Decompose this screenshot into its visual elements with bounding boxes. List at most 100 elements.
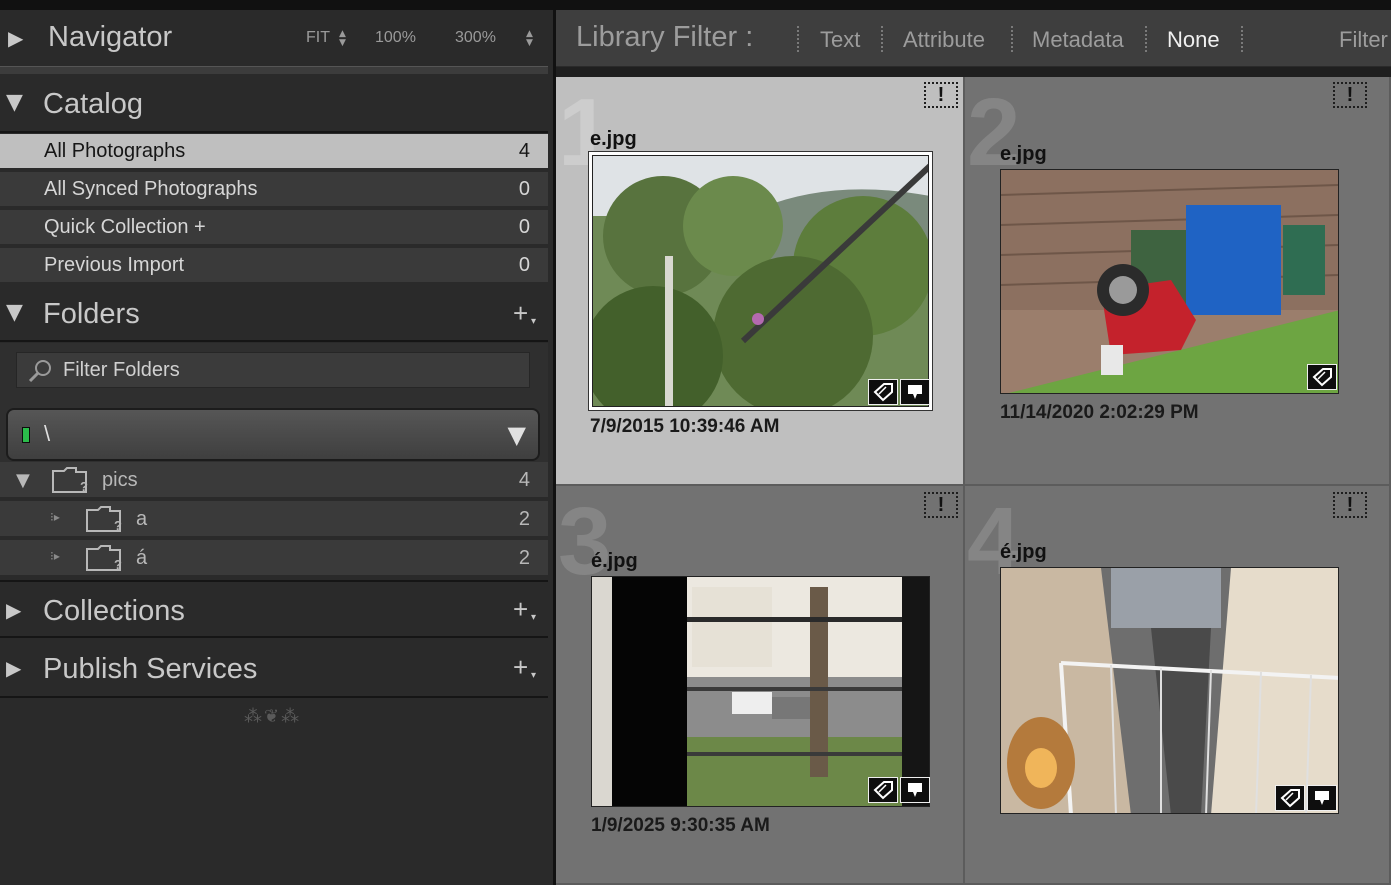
- grid-cell-3[interactable]: 3 ! é.jpg 1/9/2025 9:30:35 AM: [556, 486, 965, 885]
- keyword-tag-icon[interactable]: [868, 379, 898, 405]
- filter-option-none[interactable]: None: [1167, 27, 1220, 53]
- folder-count: 2: [518, 508, 530, 530]
- zoom-fit-button[interactable]: FIT: [306, 29, 330, 47]
- forest-photo-image: [593, 156, 928, 406]
- volume-status-indicator: [22, 427, 30, 443]
- cell-capture-date: 11/14/2020 2:02:29 PM: [1000, 402, 1199, 423]
- catalog-item-count: 0: [518, 178, 530, 200]
- filter-option-metadata[interactable]: Metadata: [1032, 27, 1124, 53]
- catalog-item-label: Previous Import: [44, 254, 185, 276]
- folder-row-a[interactable]: ⁝▸ ? a 2: [0, 501, 548, 538]
- lightroom-library-window: ▶ Navigator FIT ▲ ▼ 100% 300% ▲ ▼ ▼ Catalo…: [0, 0, 1391, 885]
- thumbnail-badges: [1275, 785, 1337, 811]
- cell-filename: e.jpg: [590, 128, 637, 150]
- filter-option-text[interactable]: Text: [820, 27, 860, 53]
- separator: [1145, 26, 1147, 52]
- svg-text:?: ?: [114, 518, 122, 533]
- svg-text:?: ?: [114, 557, 122, 572]
- zoom-100-button[interactable]: 100%: [375, 29, 416, 47]
- separator: [1241, 26, 1243, 52]
- publish-services-header[interactable]: ▶ Publish Services + ▾: [0, 640, 548, 698]
- library-filter-bar: Library Filter : Text Attribute Metadata…: [556, 10, 1391, 67]
- subfolder-dots-icon: ⁝▸: [50, 549, 60, 563]
- folder-label: a: [136, 508, 148, 530]
- catalog-item-all-synced[interactable]: All Synced Photographs 0: [0, 172, 548, 208]
- missing-folder-icon: ?: [86, 506, 122, 533]
- expand-triangle-icon[interactable]: ▶: [6, 656, 21, 680]
- photo-thumbnail-window[interactable]: [591, 576, 930, 807]
- filter-folders-input[interactable]: Filter Folders: [16, 352, 530, 388]
- missing-folder-icon: ?: [86, 545, 122, 572]
- photo-thumbnail-balcony[interactable]: [1000, 567, 1339, 814]
- zoom-fit-updown-icon[interactable]: ▲ ▼: [339, 30, 346, 48]
- add-publish-service-plus-icon[interactable]: + ▾: [513, 652, 536, 683]
- volume-dropdown-triangle-icon[interactable]: ▼: [508, 421, 526, 449]
- keyword-tag-icon[interactable]: [1275, 785, 1305, 811]
- photo-thumbnail-scooter[interactable]: [1000, 169, 1339, 394]
- collections-header[interactable]: ▶ Collections + ▾: [0, 580, 548, 638]
- collapse-triangle-icon[interactable]: ▼: [6, 90, 23, 115]
- missing-photo-warning-icon[interactable]: !: [1333, 492, 1367, 518]
- catalog-item-previous-import[interactable]: Previous Import 0: [0, 248, 548, 284]
- navigator-title: Navigator: [48, 21, 173, 53]
- missing-photo-warning-icon[interactable]: !: [924, 492, 958, 518]
- folders-header[interactable]: ▼ Folders + ▾: [0, 286, 548, 342]
- filter-folders-placeholder: Filter Folders: [63, 359, 180, 381]
- zoom-300-button[interactable]: 300%: [455, 29, 496, 47]
- catalog-item-label: All Photographs: [44, 140, 186, 162]
- volume-path: \: [44, 421, 51, 446]
- filter-option-attribute[interactable]: Attribute: [903, 27, 985, 53]
- filters-preset-label[interactable]: Filter: [1339, 27, 1388, 53]
- panel-end-ornament-icon: ⁂❦⁂: [244, 706, 302, 727]
- comment-icon[interactable]: [900, 777, 930, 803]
- cell-filename: é.jpg: [591, 550, 638, 572]
- grid-cell-2[interactable]: 2 ! e.jpg 11/14/2020 2:02:29 PM: [965, 77, 1391, 486]
- library-filter-title: Library Filter :: [576, 21, 754, 53]
- folder-count: 4: [518, 469, 530, 491]
- navigator-header[interactable]: ▶ Navigator FIT ▲ ▼ 100% 300% ▲ ▼: [0, 10, 553, 67]
- window-photo-image: [592, 577, 929, 806]
- window-top-strip: [0, 0, 1391, 10]
- keyword-tag-icon[interactable]: [868, 777, 898, 803]
- volume-bar[interactable]: \ ▼: [6, 408, 540, 461]
- svg-text:?: ?: [80, 479, 88, 494]
- photo-thumbnail-forest[interactable]: [592, 155, 929, 407]
- collections-title: Collections: [43, 595, 185, 627]
- missing-photo-warning-icon[interactable]: !: [1333, 82, 1367, 108]
- folders-title: Folders: [43, 298, 140, 330]
- folder-count: 2: [518, 547, 530, 569]
- cell-capture-date: 1/9/2025 9:30:35 AM: [591, 815, 770, 836]
- separator: [1011, 26, 1013, 52]
- add-folder-plus-icon[interactable]: + ▾: [513, 298, 536, 329]
- catalog-title: Catalog: [43, 88, 143, 120]
- grid-cell-4[interactable]: 4 ! é.jpg: [965, 486, 1391, 885]
- folder-row-pics[interactable]: ▼ ? pics 4: [0, 462, 548, 499]
- grid-cell-1[interactable]: 1 ! e.jpg 7/9/2015 10:39:46 AM: [556, 77, 965, 486]
- comment-icon[interactable]: [1307, 785, 1337, 811]
- collapse-triangle-icon[interactable]: ▼: [6, 300, 23, 325]
- missing-photo-warning-icon[interactable]: !: [924, 82, 958, 108]
- missing-folder-icon: ?: [52, 467, 88, 494]
- collapse-triangle-icon[interactable]: ▼: [16, 470, 30, 491]
- folder-row-a-accent[interactable]: ⁝▸ ? á 2: [0, 540, 548, 577]
- catalog-item-quick-collection[interactable]: Quick Collection + 0: [0, 210, 548, 246]
- catalog-header[interactable]: ▼ Catalog: [0, 76, 548, 133]
- folder-label: pics: [102, 469, 138, 491]
- balcony-photo-image: [1001, 568, 1338, 813]
- expand-triangle-icon[interactable]: ▶: [6, 598, 21, 622]
- expand-triangle-icon[interactable]: ▶: [8, 26, 23, 50]
- zoom-300-updown-icon[interactable]: ▲ ▼: [526, 30, 533, 48]
- catalog-item-label: Quick Collection +: [44, 216, 206, 238]
- left-panel: ▶ Navigator FIT ▲ ▼ 100% 300% ▲ ▼ ▼ Catalo…: [0, 10, 553, 885]
- cell-index: 2: [967, 79, 1021, 186]
- add-collection-plus-icon[interactable]: + ▾: [513, 594, 536, 625]
- catalog-item-label: All Synced Photographs: [44, 178, 258, 200]
- cell-filename: é.jpg: [1000, 541, 1047, 563]
- catalog-item-count: 0: [518, 216, 530, 238]
- filter-bar-shadow: [556, 67, 1391, 77]
- thumbnail-badges: [868, 777, 930, 803]
- scooter-photo-image: [1001, 170, 1338, 393]
- keyword-tag-icon[interactable]: [1307, 364, 1337, 390]
- comment-icon[interactable]: [900, 379, 930, 405]
- catalog-item-all-photographs[interactable]: All Photographs 4: [0, 134, 548, 170]
